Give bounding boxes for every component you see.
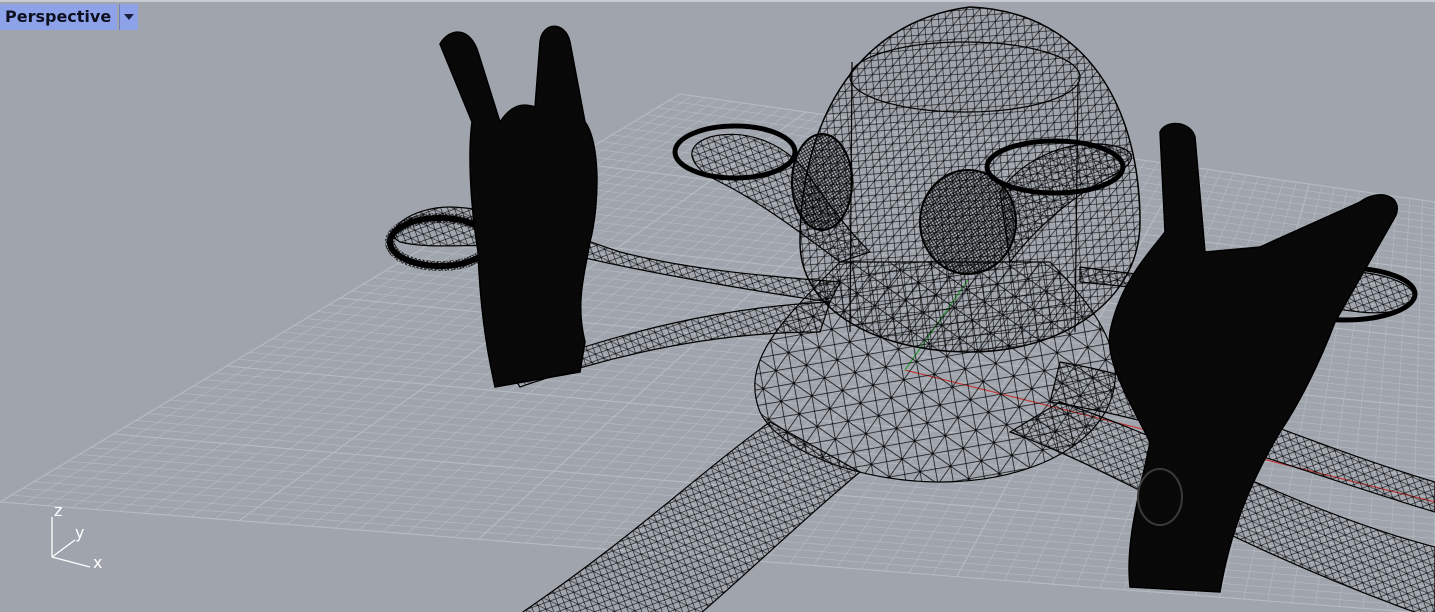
axis-y-label: y: [75, 523, 84, 542]
scene-canvas[interactable]: z y x: [0, 2, 1435, 612]
dropdown-triangle-icon[interactable]: [119, 4, 139, 30]
left-hand-mesh: [439, 25, 598, 388]
viewport-title-tab[interactable]: Perspective: [0, 4, 139, 30]
axis-x-label: x: [93, 553, 102, 572]
viewport-title[interactable]: Perspective: [0, 4, 118, 30]
axis-widget: z y x: [51, 501, 102, 572]
perspective-viewport[interactable]: Perspective z y x: [0, 0, 1435, 612]
axis-z-label: z: [54, 501, 62, 520]
